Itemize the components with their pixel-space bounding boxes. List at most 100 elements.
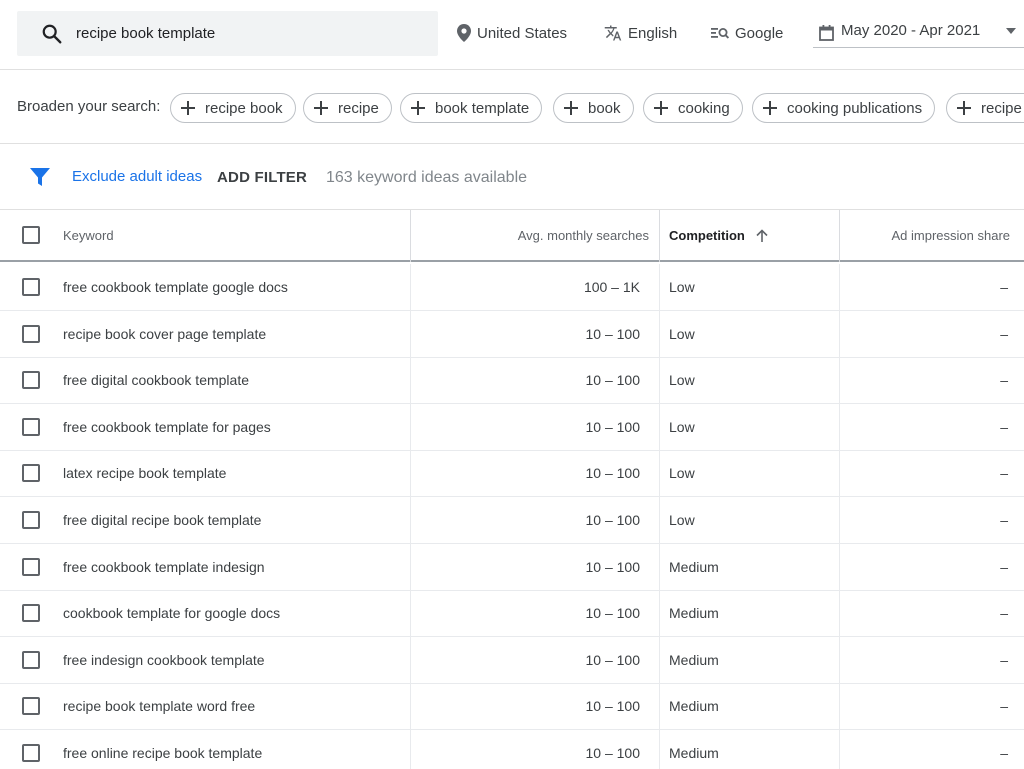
avg-monthly-searches-cell: 10 – 100 bbox=[585, 651, 641, 668]
column-divider bbox=[839, 264, 840, 310]
filter-icon[interactable] bbox=[30, 167, 50, 187]
ad-impression-share-cell: – bbox=[1000, 605, 1008, 622]
avg-monthly-searches-cell: 10 – 100 bbox=[585, 558, 641, 575]
avg-monthly-searches-cell: 10 – 100 bbox=[585, 745, 641, 761]
keyword-cell: free cookbook template for pages bbox=[63, 418, 271, 435]
chip-recipe[interactable]: recipe bbox=[303, 93, 392, 123]
competition-cell: Medium bbox=[669, 558, 719, 575]
table-row[interactable]: free digital recipe book template 10 – 10… bbox=[0, 497, 1024, 544]
language-selector[interactable]: English bbox=[604, 22, 677, 44]
column-divider bbox=[410, 210, 411, 262]
exclude-adult-ideas-link[interactable]: Exclude adult ideas bbox=[72, 168, 202, 185]
column-divider bbox=[659, 636, 660, 683]
avg-monthly-searches-cell: 10 – 100 bbox=[585, 512, 641, 528]
keyword-search-box[interactable] bbox=[17, 11, 438, 56]
competition-cell: Medium bbox=[669, 651, 719, 668]
network-selector[interactable]: Google bbox=[711, 22, 783, 44]
row-checkbox[interactable] bbox=[22, 697, 40, 716]
table-row[interactable]: free digital cookbook template 10 – 100 Lo… bbox=[0, 357, 1024, 405]
header-ad-impression-share[interactable]: Ad impression share bbox=[892, 228, 1011, 243]
competition-cell: Low bbox=[669, 325, 695, 342]
select-all-checkbox[interactable] bbox=[22, 226, 40, 244]
column-divider bbox=[410, 543, 411, 590]
filter-row: Exclude adult ideas ADD FILTER 163 keywo… bbox=[0, 144, 1024, 210]
competition-cell: Low bbox=[669, 372, 695, 389]
table-row[interactable]: free online recipe book template 10 – 100… bbox=[0, 730, 1024, 769]
search-input[interactable] bbox=[76, 11, 426, 56]
avg-monthly-searches-cell: 10 – 100 bbox=[585, 605, 641, 622]
chip-label: cooking publications bbox=[787, 99, 923, 117]
keyword-cell: recipe book template word free bbox=[63, 698, 256, 715]
keyword-ideas-table: Keyword Avg. monthly searches Competitio… bbox=[0, 210, 1024, 769]
date-range-selector[interactable]: May 2020 - Apr 2021 bbox=[813, 22, 1024, 48]
ad-impression-share-cell: – bbox=[1000, 418, 1008, 435]
plus-icon bbox=[411, 101, 425, 115]
row-checkbox[interactable] bbox=[22, 604, 40, 623]
plus-icon bbox=[763, 101, 777, 115]
avg-monthly-searches-cell: 10 – 100 bbox=[585, 465, 641, 482]
table-header: Keyword Avg. monthly searches Competitio… bbox=[0, 210, 1024, 262]
row-checkbox[interactable] bbox=[22, 417, 40, 436]
competition-cell: Low bbox=[669, 465, 695, 482]
keyword-cell: latex recipe book template bbox=[63, 465, 227, 482]
table-row[interactable]: free cookbook template google docs 100 – … bbox=[0, 264, 1024, 311]
row-checkbox[interactable] bbox=[22, 744, 40, 762]
row-checkbox[interactable] bbox=[22, 371, 40, 390]
table-row[interactable]: latex recipe book template 10 – 100 Low – bbox=[0, 450, 1024, 498]
ad-impression-share-cell: – bbox=[1000, 325, 1008, 342]
keyword-cell: free digital recipe book template bbox=[63, 512, 262, 528]
keyword-cell: free digital cookbook template bbox=[63, 372, 249, 389]
row-checkbox[interactable] bbox=[22, 324, 40, 343]
keyword-ideas-count: 163 keyword ideas available bbox=[326, 169, 528, 186]
column-divider bbox=[839, 683, 840, 730]
table-row[interactable]: recipe book cover page template 10 – 100 L… bbox=[0, 310, 1024, 358]
plus-icon bbox=[314, 101, 328, 115]
chip-cooking[interactable]: cooking bbox=[643, 93, 743, 123]
date-range-label: May 2020 - Apr 2021 bbox=[841, 22, 981, 39]
keyword-cell: free cookbook template indesign bbox=[63, 558, 265, 575]
ad-impression-share-cell: – bbox=[1000, 651, 1008, 668]
column-divider bbox=[410, 450, 411, 497]
row-checkbox[interactable] bbox=[22, 464, 40, 483]
chip-book-template[interactable]: book template bbox=[400, 93, 543, 123]
column-divider bbox=[410, 497, 411, 543]
plus-icon bbox=[957, 101, 971, 115]
ad-impression-share-cell: – bbox=[1000, 745, 1008, 761]
table-row[interactable]: free cookbook template indesign 10 – 100 M… bbox=[0, 543, 1024, 591]
column-divider bbox=[410, 264, 411, 310]
column-divider bbox=[839, 497, 840, 543]
column-divider bbox=[410, 357, 411, 404]
location-selector[interactable]: United States bbox=[457, 22, 567, 44]
table-row[interactable]: cookbook template for google docs 10 – 10… bbox=[0, 590, 1024, 638]
row-checkbox[interactable] bbox=[22, 511, 40, 529]
chip-recipe-book[interactable]: recipe book bbox=[170, 93, 296, 123]
search-icon bbox=[42, 24, 62, 44]
row-checkbox[interactable] bbox=[22, 650, 40, 669]
column-divider bbox=[839, 636, 840, 683]
location-pin-icon bbox=[457, 24, 471, 42]
header-keyword[interactable]: Keyword bbox=[63, 228, 114, 243]
chip-book[interactable]: book bbox=[553, 93, 634, 123]
row-checkbox[interactable] bbox=[22, 278, 40, 296]
translate-icon bbox=[604, 25, 622, 41]
table-row[interactable]: free cookbook template for pages 10 – 100… bbox=[0, 403, 1024, 451]
row-checkbox[interactable] bbox=[22, 557, 40, 576]
chip-recipe-c[interactable]: recipe c bbox=[946, 93, 1024, 123]
ad-impression-share-cell: – bbox=[1000, 558, 1008, 575]
competition-cell: Low bbox=[669, 279, 695, 295]
column-divider bbox=[839, 450, 840, 497]
column-divider bbox=[839, 543, 840, 590]
header-competition[interactable]: Competition bbox=[669, 228, 769, 243]
header-avg-monthly-searches[interactable]: Avg. monthly searches bbox=[518, 228, 649, 243]
chip-cooking-publications[interactable]: cooking publications bbox=[752, 93, 936, 123]
keyword-cell: free indesign cookbook template bbox=[63, 651, 265, 668]
sort-ascending-icon[interactable] bbox=[756, 229, 769, 242]
add-filter-button[interactable]: ADD FILTER bbox=[217, 169, 307, 186]
competition-cell: Low bbox=[669, 418, 695, 435]
table-row[interactable]: recipe book template word free 10 – 100 Me… bbox=[0, 683, 1024, 731]
ad-impression-share-cell: – bbox=[1000, 279, 1008, 295]
chip-label: recipe c bbox=[981, 99, 1024, 117]
table-row[interactable]: free indesign cookbook template 10 – 100 M… bbox=[0, 636, 1024, 684]
column-divider bbox=[659, 543, 660, 590]
ad-impression-share-cell: – bbox=[1000, 372, 1008, 389]
